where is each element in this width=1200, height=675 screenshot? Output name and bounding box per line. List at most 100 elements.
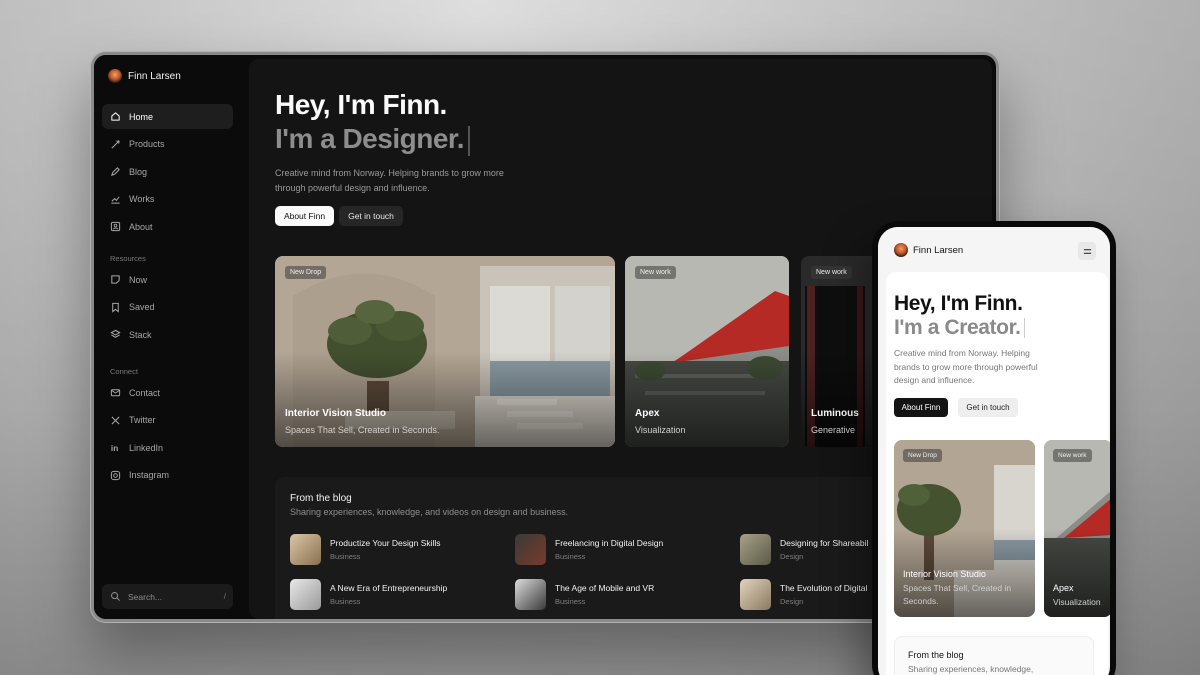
card-subtitle: Visualization: [1053, 597, 1101, 607]
note-icon: [110, 274, 121, 285]
desktop-screen: Finn Larsen Home Products Blog Works Abo…: [94, 55, 996, 619]
post-category: Business: [330, 597, 361, 606]
post-thumbnail: [290, 579, 321, 610]
hero-typed-heading: I'm a Creator.: [894, 316, 1025, 340]
avatar: [108, 69, 122, 83]
blog-subtitle: Sharing experiences, knowledge,: [908, 664, 1034, 674]
resources-nav: Resources Now Saved Stack: [102, 249, 233, 350]
card-tag: New Drop: [285, 266, 327, 279]
sidebar-item-now[interactable]: Now: [102, 267, 233, 292]
card-tag: New work: [635, 266, 676, 279]
project-card-interior[interactable]: New Drop Interior Vision Studio Spaces T…: [894, 440, 1035, 617]
blog-section: From the blog Sharing experiences, knowl…: [894, 636, 1094, 675]
project-card-apex[interactable]: New work Apex Visualization: [625, 256, 789, 447]
post-thumbnail: [290, 534, 321, 565]
sidebar-item-about[interactable]: About: [102, 214, 233, 239]
search-placeholder: Search...: [128, 591, 163, 602]
blog-title: From the blog: [908, 650, 964, 660]
sidebar-item-saved[interactable]: Saved: [102, 295, 233, 320]
chart-icon: [110, 194, 121, 205]
mobile-main: Hey, I'm Finn. I'm a Creator. Creative m…: [886, 272, 1110, 675]
sidebar-item-products[interactable]: Products: [102, 132, 233, 157]
search-input[interactable]: Search... /: [102, 584, 233, 609]
blog-post[interactable]: The Evolution of Digital Design: [740, 579, 867, 610]
sidebar-item-label: LinkedIn: [129, 442, 164, 453]
card-subtitle: Spaces That Sell, Created in Seconds.: [285, 425, 440, 435]
phone-device-frame: Finn Larsen Hey, I'm Finn. I'm a Creator…: [872, 221, 1116, 675]
project-card-interior[interactable]: New Drop Interior Vision Studio Spaces T…: [275, 256, 615, 447]
blog-post[interactable]: Freelancing in Digital Design Business: [515, 534, 663, 565]
text-caret: [468, 125, 471, 156]
sidebar-item-label: Twitter: [129, 415, 156, 425]
post-title: Designing for Shareabil: [780, 538, 869, 548]
card-title: Luminous: [811, 408, 859, 419]
sidebar-item-label: Contact: [129, 387, 161, 398]
svg-text:in: in: [111, 444, 118, 453]
blog-post[interactable]: The Age of Mobile and VR Business: [515, 579, 654, 610]
sidebar-item-label: Stack: [129, 329, 152, 340]
text-caret: [1023, 318, 1025, 339]
hero-typed-text: I'm a Creator.: [894, 316, 1021, 339]
post-thumbnail: [740, 534, 771, 565]
about-button[interactable]: About Finn: [275, 206, 334, 226]
card-subtitle: Visualization: [635, 425, 686, 435]
project-card-apex[interactable]: New work Apex Visualization: [1044, 440, 1110, 617]
blog-post[interactable]: Designing for Shareabil Design: [740, 534, 868, 565]
sidebar-item-contact[interactable]: Contact: [102, 380, 233, 405]
sidebar-item-home[interactable]: Home: [102, 104, 233, 129]
post-thumbnail: [515, 534, 546, 565]
sidebar-item-label: Blog: [129, 166, 148, 177]
sidebar-item-instagram[interactable]: Instagram: [102, 463, 233, 488]
sidebar-item-blog[interactable]: Blog: [102, 159, 233, 184]
post-thumbnail: [515, 579, 546, 610]
hero-typed-heading: I'm a Designer.: [275, 123, 471, 156]
linkedin-icon: in: [110, 442, 121, 453]
blog-subtitle: Sharing experiences, knowledge, and vide…: [290, 507, 569, 517]
post-category: Design: [780, 597, 804, 606]
menu-button[interactable]: [1078, 242, 1096, 260]
card-subtitle: Spaces That Sell, Created in Seconds.: [903, 583, 1012, 606]
desktop-device-frame: Finn Larsen Home Products Blog Works Abo…: [90, 51, 1000, 623]
hero-subtitle: Creative mind from Norway. Helping brand…: [275, 168, 504, 193]
search-shortcut: /: [223, 592, 226, 601]
sidebar-item-linkedin[interactable]: in LinkedIn: [102, 435, 233, 460]
card-tag: New work: [1053, 449, 1092, 462]
resources-section-label: Resources: [110, 253, 146, 263]
sidebar-item-label: Works: [129, 194, 155, 204]
sidebar-item-twitter[interactable]: Twitter: [102, 408, 233, 433]
sidebar-item-works[interactable]: Works: [102, 187, 233, 212]
mobile-brand[interactable]: Finn Larsen: [894, 243, 963, 257]
card-tag: New Drop: [903, 449, 942, 462]
post-title: Productize Your Design Skills: [330, 538, 441, 548]
card-title: Apex: [635, 408, 660, 419]
card-title: Apex: [1053, 583, 1074, 593]
post-category: Business: [330, 552, 361, 561]
menu-icon: [1083, 248, 1091, 254]
blog-title: From the blog: [290, 493, 352, 504]
card-tag: New work: [811, 266, 852, 279]
get-in-touch-button[interactable]: Get in touch: [339, 206, 403, 226]
sidebar-item-stack[interactable]: Stack: [102, 322, 233, 347]
card-title: Interior Vision Studio: [285, 408, 386, 419]
sidebar-item-label: About: [129, 221, 153, 232]
sidebar-item-label: Instagram: [129, 470, 170, 480]
home-icon: [110, 111, 121, 122]
connect-nav: Connect Contact Twitter in LinkedIn Inst…: [102, 362, 233, 490]
brand[interactable]: Finn Larsen: [108, 69, 181, 83]
post-title: Freelancing in Digital Design: [555, 538, 664, 548]
user-icon: [110, 221, 121, 232]
pen-icon: [110, 166, 121, 177]
phone-screen: Finn Larsen Hey, I'm Finn. I'm a Creator…: [878, 227, 1110, 675]
sidebar-item-label: Home: [129, 111, 154, 122]
card-subtitle: Generative: [811, 425, 856, 435]
post-title: A New Era of Entrepreneurship: [330, 583, 448, 593]
hero-subtitle: Creative mind from Norway. Helping brand…: [894, 348, 1038, 385]
layers-icon: [110, 329, 121, 340]
blog-post[interactable]: Productize Your Design Skills Business: [290, 534, 441, 565]
about-button[interactable]: About Finn: [894, 398, 948, 417]
post-category: Design: [780, 552, 804, 561]
blog-post[interactable]: A New Era of Entrepreneurship Business: [290, 579, 447, 610]
mail-icon: [110, 387, 121, 398]
x-icon: [110, 415, 121, 426]
get-in-touch-button[interactable]: Get in touch: [958, 398, 1018, 417]
